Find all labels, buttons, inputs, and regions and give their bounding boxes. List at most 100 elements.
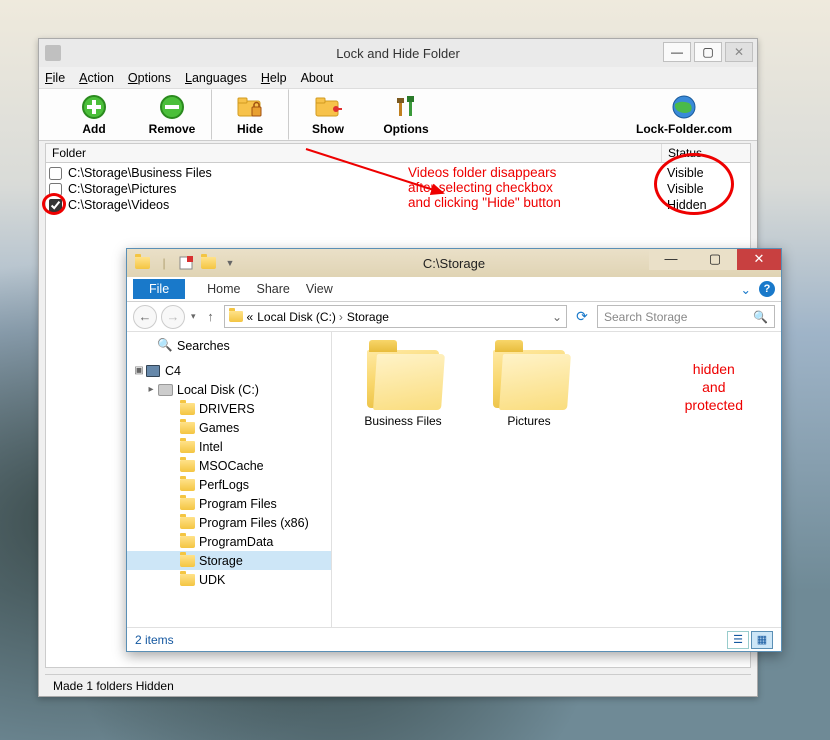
row-checkbox[interactable] bbox=[49, 167, 62, 180]
toolbar: Add Remove Hide Show Options bbox=[39, 89, 757, 141]
breadcrumb-bar[interactable]: « Local Disk (C:)› Storage ⌄ bbox=[224, 305, 567, 328]
column-folder[interactable]: Folder bbox=[46, 144, 662, 162]
tree-node-folder[interactable]: Games bbox=[127, 418, 331, 437]
address-bar: ← → ▾ ↑ « Local Disk (C:)› Storage ⌄ ⟳ S… bbox=[127, 302, 781, 332]
column-status[interactable]: Status bbox=[662, 144, 750, 162]
globe-icon bbox=[670, 93, 698, 121]
app-title: Lock and Hide Folder bbox=[39, 46, 757, 61]
breadcrumb-segment[interactable]: Local Disk (C:)› bbox=[257, 310, 343, 324]
folder-icon bbox=[179, 516, 195, 530]
breadcrumb-segment[interactable]: « bbox=[247, 310, 254, 324]
tree-node-folder[interactable]: Storage bbox=[127, 551, 331, 570]
folder-icon bbox=[179, 459, 195, 473]
list-item[interactable]: C:\Storage\Business Files Visible bbox=[46, 165, 750, 181]
refresh-button[interactable]: ⟳ bbox=[571, 306, 593, 328]
ribbon-home-tab[interactable]: Home bbox=[207, 282, 240, 296]
explorer-window: | ▼ C:\Storage — ▢ ✕ File Home Share Vie… bbox=[126, 248, 782, 652]
up-button[interactable]: ↑ bbox=[202, 308, 220, 326]
search-folder-icon: 🔍 bbox=[157, 339, 173, 353]
back-button[interactable]: ← bbox=[133, 305, 157, 329]
menu-file[interactable]: File bbox=[45, 71, 65, 85]
list-header: Folder Status bbox=[45, 143, 751, 163]
tree-node-drive[interactable]: ▸ Local Disk (C:) bbox=[127, 380, 331, 399]
row-checkbox[interactable] bbox=[49, 183, 62, 196]
folder-icon bbox=[179, 478, 195, 492]
folder-icon bbox=[179, 535, 195, 549]
search-icon: 🔍 bbox=[753, 310, 768, 324]
explorer-maximize-button[interactable]: ▢ bbox=[693, 249, 737, 270]
row-path: C:\Storage\Videos bbox=[68, 198, 667, 212]
tree-node-folder[interactable]: UDK bbox=[127, 570, 331, 589]
folder-icon bbox=[179, 421, 195, 435]
close-button[interactable]: ✕ bbox=[725, 42, 753, 62]
folder-icon bbox=[179, 573, 195, 587]
folder-label: Business Files bbox=[364, 414, 441, 428]
folder-item[interactable]: Business Files bbox=[348, 350, 458, 428]
tree-node-folder[interactable]: MSOCache bbox=[127, 456, 331, 475]
folder-label: Pictures bbox=[507, 414, 550, 428]
website-button[interactable]: Lock-Folder.com bbox=[619, 89, 749, 140]
folder-icon bbox=[493, 350, 565, 408]
maximize-button[interactable]: ▢ bbox=[694, 42, 722, 62]
folder-item[interactable]: Pictures bbox=[474, 350, 584, 428]
hide-button[interactable]: Hide bbox=[211, 89, 289, 140]
list-item[interactable]: C:\Storage\Videos Hidden bbox=[46, 197, 750, 213]
explorer-search-input[interactable]: Search Storage 🔍 bbox=[597, 305, 775, 328]
icons-view-button[interactable]: ▦ bbox=[751, 631, 773, 649]
row-checkbox[interactable] bbox=[49, 199, 62, 212]
folder-lock-icon bbox=[236, 93, 264, 121]
menu-about[interactable]: About bbox=[301, 71, 334, 85]
add-button[interactable]: Add bbox=[55, 89, 133, 140]
ribbon-share-tab[interactable]: Share bbox=[257, 282, 290, 296]
folder-unlock-icon bbox=[314, 93, 342, 121]
tree-node-searches[interactable]: 🔍 Searches bbox=[127, 336, 331, 355]
folder-icon bbox=[367, 350, 439, 408]
ribbon-expand-icon[interactable]: ⌄ bbox=[741, 282, 751, 297]
menu-action[interactable]: Action bbox=[79, 71, 114, 85]
show-button[interactable]: Show bbox=[289, 89, 367, 140]
computer-icon bbox=[145, 364, 161, 378]
menu-help[interactable]: Help bbox=[261, 71, 287, 85]
options-button[interactable]: Options bbox=[367, 89, 445, 140]
menu-languages[interactable]: Languages bbox=[185, 71, 247, 85]
tree-node-folder[interactable]: ProgramData bbox=[127, 532, 331, 551]
tree-node-folder[interactable]: PerfLogs bbox=[127, 475, 331, 494]
app-titlebar: Lock and Hide Folder — ▢ ✕ bbox=[39, 39, 757, 67]
folder-icon bbox=[179, 554, 195, 568]
details-view-button[interactable]: ☰ bbox=[727, 631, 749, 649]
status-text: Made 1 folders Hidden bbox=[53, 679, 174, 693]
tree-node-folder[interactable]: DRIVERS bbox=[127, 399, 331, 418]
content-pane: Business FilesPictures hidden and protec… bbox=[332, 332, 781, 627]
minus-icon bbox=[158, 93, 186, 121]
help-icon[interactable]: ? bbox=[759, 281, 775, 297]
list-item[interactable]: C:\Storage\Pictures Visible bbox=[46, 181, 750, 197]
plus-icon bbox=[80, 93, 108, 121]
menu-options[interactable]: Options bbox=[128, 71, 171, 85]
explorer-close-button[interactable]: ✕ bbox=[737, 249, 781, 270]
row-path: C:\Storage\Pictures bbox=[68, 182, 667, 196]
tools-icon bbox=[392, 93, 420, 121]
explorer-minimize-button[interactable]: — bbox=[649, 249, 693, 270]
ribbon-file-tab[interactable]: File bbox=[133, 279, 185, 299]
breadcrumb-segment[interactable]: Storage bbox=[347, 310, 389, 324]
folder-icon bbox=[179, 402, 195, 416]
row-path: C:\Storage\Business Files bbox=[68, 166, 667, 180]
minimize-button[interactable]: — bbox=[663, 42, 691, 62]
explorer-ribbon: File Home Share View ⌄ ? bbox=[127, 277, 781, 302]
forward-button[interactable]: → bbox=[161, 305, 185, 329]
tree-node-folder[interactable]: Program Files bbox=[127, 494, 331, 513]
tree-node-folder[interactable]: Program Files (x86) bbox=[127, 513, 331, 532]
item-count: 2 items bbox=[135, 633, 174, 647]
explorer-status-bar: 2 items ☰ ▦ bbox=[127, 627, 781, 651]
menu-bar: File Action Options Languages Help About bbox=[39, 67, 757, 89]
folder-icon bbox=[179, 440, 195, 454]
drive-icon bbox=[157, 383, 173, 397]
remove-button[interactable]: Remove bbox=[133, 89, 211, 140]
tree-node-computer[interactable]: ▣ C4 bbox=[127, 361, 331, 380]
search-placeholder: Search Storage bbox=[604, 310, 687, 324]
recent-dropdown-icon[interactable]: ▾ bbox=[191, 311, 196, 322]
ribbon-view-tab[interactable]: View bbox=[306, 282, 333, 296]
breadcrumb-dropdown-icon[interactable]: ⌄ bbox=[552, 310, 562, 324]
row-status: Visible bbox=[667, 166, 747, 180]
tree-node-folder[interactable]: Intel bbox=[127, 437, 331, 456]
